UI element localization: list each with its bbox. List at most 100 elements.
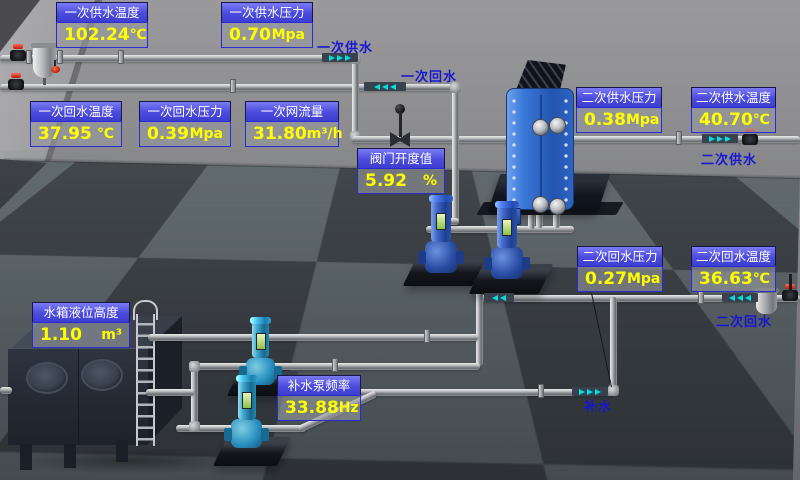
pump-motor — [497, 206, 517, 248]
pipe-label-primary-return: 一次回水 — [401, 66, 457, 85]
circulation-pump-2[interactable] — [474, 202, 554, 296]
pump-motor — [252, 322, 269, 358]
tag-value: 31.80 — [253, 124, 307, 144]
tag-primary-return-pressure[interactable]: 一次回水压力 0.39Mpa — [139, 101, 231, 147]
tag-value-box: 31.80m³/h — [245, 121, 339, 147]
riser-makeup — [610, 297, 617, 389]
pump-nameplate — [436, 213, 446, 230]
tag-primary-supply-temp[interactable]: 一次供水温度 102.24℃ — [56, 2, 148, 48]
hx-port — [549, 117, 566, 134]
makeup-pump-2[interactable] — [218, 376, 286, 468]
tag-value: 0.39 — [147, 124, 189, 144]
primary-supply-valve[interactable] — [10, 50, 26, 61]
tag-title: 阀门开度值 — [357, 148, 445, 168]
pipe-flange — [676, 131, 682, 145]
tag-value-box: 5.92% — [357, 168, 445, 194]
pipe-label-secondary-supply: 二次供水 — [701, 149, 757, 168]
tag-tank-level[interactable]: 水箱液位高度 1.10m³ — [32, 302, 130, 348]
flow-arrow-right-icon — [702, 134, 738, 143]
tag-value: 102.24 — [64, 25, 130, 45]
tag-primary-supply-pressure[interactable]: 一次供水压力 0.70Mpa — [221, 2, 313, 48]
flow-arrow-left-icon — [722, 293, 758, 302]
pipe-elbow — [608, 385, 619, 396]
pump-motor — [431, 200, 451, 242]
tag-makeup-pump-freq[interactable]: 补水泵频率 33.88Hz — [277, 375, 361, 421]
pump-volute — [491, 247, 523, 279]
hx-plate-seam — [540, 95, 542, 203]
tag-value-box: 0.38Mpa — [576, 107, 662, 133]
tag-unit: m³/h — [307, 126, 343, 142]
tag-value-box: 0.39Mpa — [139, 121, 231, 147]
tank-manhole — [81, 359, 123, 391]
tag-value-box: 0.27Mpa — [577, 266, 663, 292]
control-valve[interactable] — [390, 105, 410, 150]
primary-return-valve[interactable] — [8, 79, 24, 90]
tag-value: 0.38 — [584, 110, 626, 130]
tag-unit: ℃ — [753, 112, 770, 128]
tag-value: 0.27 — [585, 269, 627, 289]
tag-value-box: 40.70℃ — [691, 107, 776, 133]
tag-unit: Hz — [339, 400, 359, 416]
tag-title: 一次回水温度 — [30, 101, 122, 121]
tag-title: 一次网流量 — [245, 101, 339, 121]
tag-valve-opening[interactable]: 阀门开度值 5.92% — [357, 148, 445, 194]
tag-primary-flow[interactable]: 一次网流量 31.80m³/h — [245, 101, 339, 147]
mini-red-valve[interactable] — [51, 66, 60, 73]
tag-secondary-return-pressure[interactable]: 二次回水压力 0.27Mpa — [577, 246, 663, 292]
tag-title: 二次供水压力 — [576, 87, 662, 107]
tag-unit: ℃ — [130, 27, 147, 43]
secondary-return-valve[interactable] — [782, 290, 798, 301]
tag-value-box: 33.88Hz — [277, 395, 361, 421]
tank-leg — [64, 444, 76, 468]
tag-title: 二次回水温度 — [691, 246, 776, 266]
valve-body — [782, 290, 798, 301]
tag-unit: Mpa — [190, 126, 223, 142]
tag-value: 1.10 — [40, 325, 82, 345]
tag-unit: Mpa — [627, 271, 660, 287]
tag-title: 补水泵频率 — [277, 375, 361, 395]
pipe-tank-stub — [0, 387, 12, 394]
secondary-supply-valve[interactable] — [742, 134, 758, 145]
pump-nameplate — [242, 392, 252, 409]
makeup-u-connector — [191, 365, 198, 427]
tag-value-box: 0.70Mpa — [221, 22, 313, 48]
pipe-elbow — [189, 421, 200, 432]
valve-body — [8, 79, 24, 90]
pipe-label-secondary-return: 二次回水 — [716, 311, 772, 330]
tag-title: 二次回水压力 — [577, 246, 663, 266]
tag-primary-return-temp[interactable]: 一次回水温度 37.95℃ — [30, 101, 122, 147]
pipe-flange — [698, 290, 704, 304]
tag-title: 一次供水压力 — [221, 2, 313, 22]
tag-value-box: 37.95℃ — [30, 121, 122, 147]
tag-value: 40.70 — [699, 110, 753, 130]
pump-volute — [231, 419, 262, 448]
valve-body — [742, 134, 758, 145]
pipe-label-primary-supply: 一次供水 — [317, 37, 373, 56]
pump-nameplate — [256, 333, 266, 350]
tag-value-box: 36.63℃ — [691, 266, 776, 292]
tag-secondary-supply-temp[interactable]: 二次供水温度 40.70℃ — [691, 87, 776, 133]
pump-nameplate — [502, 219, 512, 236]
tag-unit: ℃ — [97, 126, 114, 142]
tag-secondary-supply-pressure[interactable]: 二次供水压力 0.38Mpa — [576, 87, 662, 133]
hx-port — [532, 119, 549, 136]
hmi-heating-station-screen: 一次供水 一次回水 二次供水 二次回水 补水 一次供水温度 102.24℃ 一次… — [0, 0, 800, 480]
pump-motor — [238, 380, 256, 420]
tag-value: 5.92 — [365, 171, 407, 191]
strainer-filter[interactable] — [33, 46, 56, 78]
tag-unit: % — [423, 173, 437, 189]
tag-secondary-return-temp[interactable]: 二次回水温度 36.63℃ — [691, 246, 776, 292]
tank-leg — [20, 444, 32, 470]
pipe-flange — [538, 384, 544, 398]
flow-arrow-left-icon — [484, 293, 514, 302]
flow-arrow-right-icon — [572, 387, 608, 396]
pipe-elbow — [189, 361, 200, 372]
tag-unit: Mpa — [626, 112, 659, 128]
pipe-primary-supply-drop — [352, 55, 359, 139]
tank-manhole — [26, 362, 68, 394]
valve-stem — [399, 111, 402, 137]
tag-unit: Mpa — [272, 27, 305, 43]
tag-title: 一次供水温度 — [56, 2, 148, 22]
tag-value: 33.88 — [285, 398, 339, 418]
valve-stem — [789, 274, 792, 290]
